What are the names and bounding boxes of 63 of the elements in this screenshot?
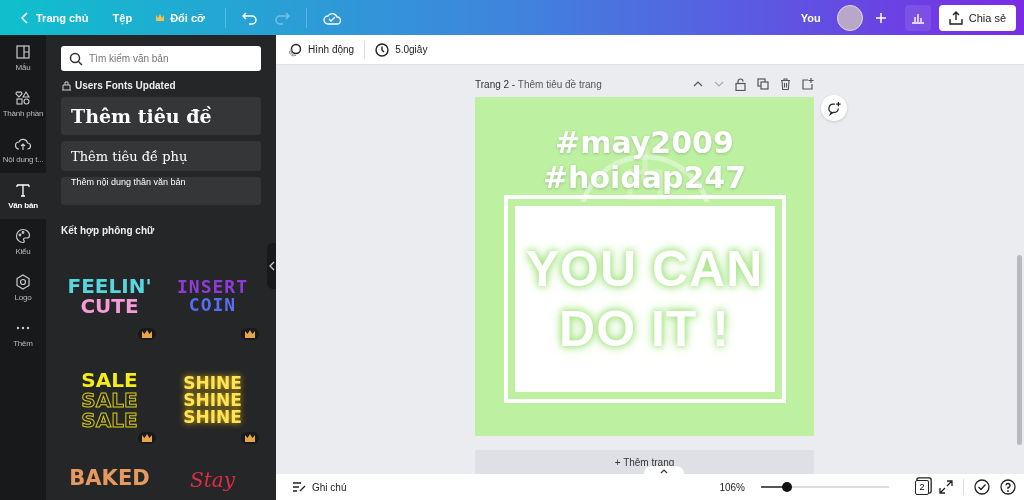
check-circle-icon[interactable] (974, 479, 990, 495)
layout-icon (15, 44, 31, 60)
bar-chart-icon (910, 11, 925, 24)
notes-button[interactable]: Ghi chú (286, 480, 353, 494)
help-icon[interactable] (1000, 479, 1016, 495)
add-page-icon[interactable] (802, 78, 814, 90)
avatar[interactable] (836, 4, 863, 31)
font-combo[interactable]: SALE SALE SALE (61, 352, 158, 448)
chevron-left-icon (269, 261, 275, 271)
brand-fonts-heading: Users Fonts Updated (75, 80, 176, 91)
search-field[interactable]: Tìm kiếm văn bản (61, 46, 261, 71)
hashtag-text: #may2009 (554, 125, 735, 160)
plus-icon[interactable] (874, 11, 887, 24)
cloud-check-icon[interactable] (322, 10, 341, 25)
duration-button[interactable]: 5.0giây (371, 39, 432, 60)
hexagon-icon (15, 274, 31, 290)
undo-icon[interactable] (241, 10, 258, 25)
chevron-up-icon (660, 468, 668, 474)
trash-icon[interactable] (780, 78, 791, 90)
cloud-upload-icon (15, 136, 31, 152)
lock-icon[interactable] (735, 77, 746, 91)
sidebar-item[interactable]: Thêm (0, 311, 46, 357)
animation-icon (288, 42, 302, 57)
brand-kit-icon (61, 80, 72, 91)
share-button[interactable]: Chia sẻ (938, 4, 1016, 31)
chevron-up-icon[interactable] (693, 80, 703, 88)
add-page-button[interactable]: + Thêm trang (475, 450, 814, 474)
page-count-button[interactable]: 2 (915, 479, 929, 495)
comment-plus-icon (827, 100, 841, 116)
back-icon (20, 11, 30, 24)
font-combo[interactable]: SHINE SHINE SHINE (164, 352, 261, 448)
search-icon (69, 52, 83, 66)
sidebar-item[interactable]: Nội dung t... (0, 127, 46, 173)
fullscreen-icon[interactable] (939, 480, 953, 494)
shapes-icon (15, 90, 31, 106)
sidebar-item[interactable]: Logo (0, 265, 46, 311)
zoom-level[interactable]: 106% (719, 481, 745, 493)
notes-icon (292, 481, 306, 493)
add-text-button[interactable]: Thêm nội dung thân văn bản (61, 177, 261, 205)
animate-button[interactable]: Hình động (284, 39, 359, 60)
section-heading: Kết hợp phông chữ (61, 225, 156, 236)
sidebar-item[interactable]: Kiểu (0, 219, 46, 265)
slider-thumb[interactable] (781, 482, 792, 492)
hashtag-text: #hoidap247 (542, 160, 747, 195)
sidebar-item[interactable]: Thành phần (0, 81, 46, 127)
font-combo[interactable]: FEELIN' CUTE (61, 248, 158, 344)
text-icon (15, 182, 31, 198)
stats-button[interactable] (904, 4, 931, 31)
font-combo[interactable]: BAKED (61, 456, 158, 500)
user-name: You (800, 11, 821, 24)
page-title[interactable]: Trang 2 - Thêm tiêu đề trang (475, 78, 602, 90)
headline-text: YOU CAN (525, 240, 764, 299)
duplicate-icon[interactable] (757, 78, 769, 90)
clock-icon (375, 42, 390, 57)
add-comment-button[interactable] (821, 95, 847, 121)
upload-icon (948, 10, 963, 25)
add-text-button[interactable]: Thêm tiêu đề phụ (61, 141, 261, 171)
scrollbar[interactable] (1017, 255, 1022, 445)
palette-icon (15, 228, 31, 244)
collapse-handle[interactable] (267, 243, 276, 289)
add-text-button[interactable]: Thêm tiêu đề (61, 97, 261, 135)
sidebar-item[interactable]: Mẫu (0, 35, 46, 81)
sidebar-item[interactable]: Văn bản (0, 173, 46, 219)
